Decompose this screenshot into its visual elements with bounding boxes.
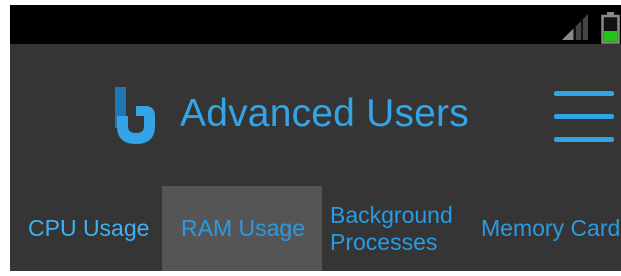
- tab-background-processes[interactable]: Background Processes: [330, 186, 453, 271]
- tab-label: CPU Usage: [28, 215, 150, 241]
- battery-icon: [601, 12, 620, 44]
- tab-label: Memory Card: [481, 215, 621, 241]
- signal-icon: [562, 14, 588, 40]
- tab-label: RAM Usage: [181, 215, 305, 241]
- tab-bar: CPU Usage RAM Usage Background Processes…: [10, 186, 621, 271]
- app-title: Advanced Users: [180, 92, 469, 135]
- tab-cpu-usage[interactable]: CPU Usage: [28, 186, 149, 271]
- status-bar: [10, 5, 621, 44]
- tab-label-line1: Background: [330, 201, 453, 228]
- hamburger-menu-icon[interactable]: [554, 91, 614, 143]
- tab-memory-card[interactable]: Memory Card: [481, 186, 620, 271]
- b-logo: [115, 87, 155, 144]
- app-screen: Advanced Users CPU Usage RAM Usage Backg…: [10, 5, 621, 271]
- app-bar: Advanced Users: [10, 44, 621, 184]
- tab-ram-usage[interactable]: RAM Usage: [162, 186, 322, 271]
- tab-label-line2: Processes: [330, 228, 438, 255]
